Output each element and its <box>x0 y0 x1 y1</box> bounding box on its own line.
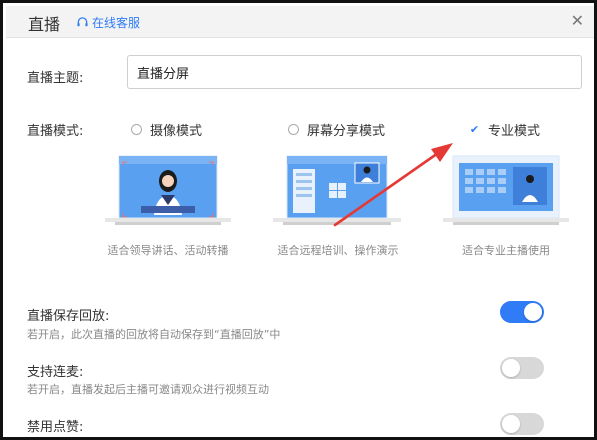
toggle-knob <box>502 415 520 433</box>
mode-label: 直播模式: <box>27 124 84 139</box>
professional-mode-caption: 适合专业主播使用 <box>462 244 550 257</box>
check-icon: ✔ <box>469 123 480 136</box>
co-host-toggle[interactable] <box>500 357 544 379</box>
setting-save-replay-title: 直播保存回放: <box>27 309 110 324</box>
close-icon[interactable]: ✕ <box>571 11 584 30</box>
toggle-knob <box>524 303 542 321</box>
headset-icon <box>77 17 88 27</box>
online-service-link[interactable]: 在线客服 <box>76 14 140 31</box>
setting-co-host-desc: 若开启，直播发起后主播可邀请观众进行视频互动 <box>27 383 269 396</box>
radio-unselected <box>131 124 142 135</box>
radio-unselected <box>288 124 299 135</box>
dialog-title: 直播 <box>28 15 61 34</box>
mode-option-professional[interactable]: ✔ 专业模式 <box>469 120 540 139</box>
mode-option-label: 专业模式 <box>488 124 541 139</box>
screen-share-caption: 适合远程培训、操作演示 <box>277 244 399 257</box>
mode-option-label: 摄像模式 <box>150 124 203 139</box>
live-settings-dialog: 直播 在线客服 ✕ 直播主题: 直播模式: 摄像模式 屏幕分享模式 ✔ 专业模式 <box>0 0 597 440</box>
annotation-arrow <box>333 143 453 227</box>
online-service-label: 在线客服 <box>92 16 141 30</box>
toggle-knob <box>502 359 520 377</box>
mode-option-camera[interactable]: 摄像模式 <box>131 120 202 139</box>
setting-disable-likes-title: 禁用点赞: <box>27 420 84 435</box>
topic-input[interactable] <box>127 55 582 89</box>
setting-save-replay-desc: 若开启，此次直播的回放将自动保存到“直播回放”中 <box>27 328 281 341</box>
camera-mode-illustration[interactable] <box>105 155 231 227</box>
disable-likes-toggle[interactable] <box>500 413 544 435</box>
setting-co-host-title: 支持连麦: <box>27 365 84 380</box>
camera-mode-caption: 适合领导讲话、活动转播 <box>107 244 229 257</box>
topic-label: 直播主题: <box>27 71 84 86</box>
title-bar: 直播 在线客服 ✕ <box>6 6 594 38</box>
save-replay-toggle[interactable] <box>500 301 544 323</box>
